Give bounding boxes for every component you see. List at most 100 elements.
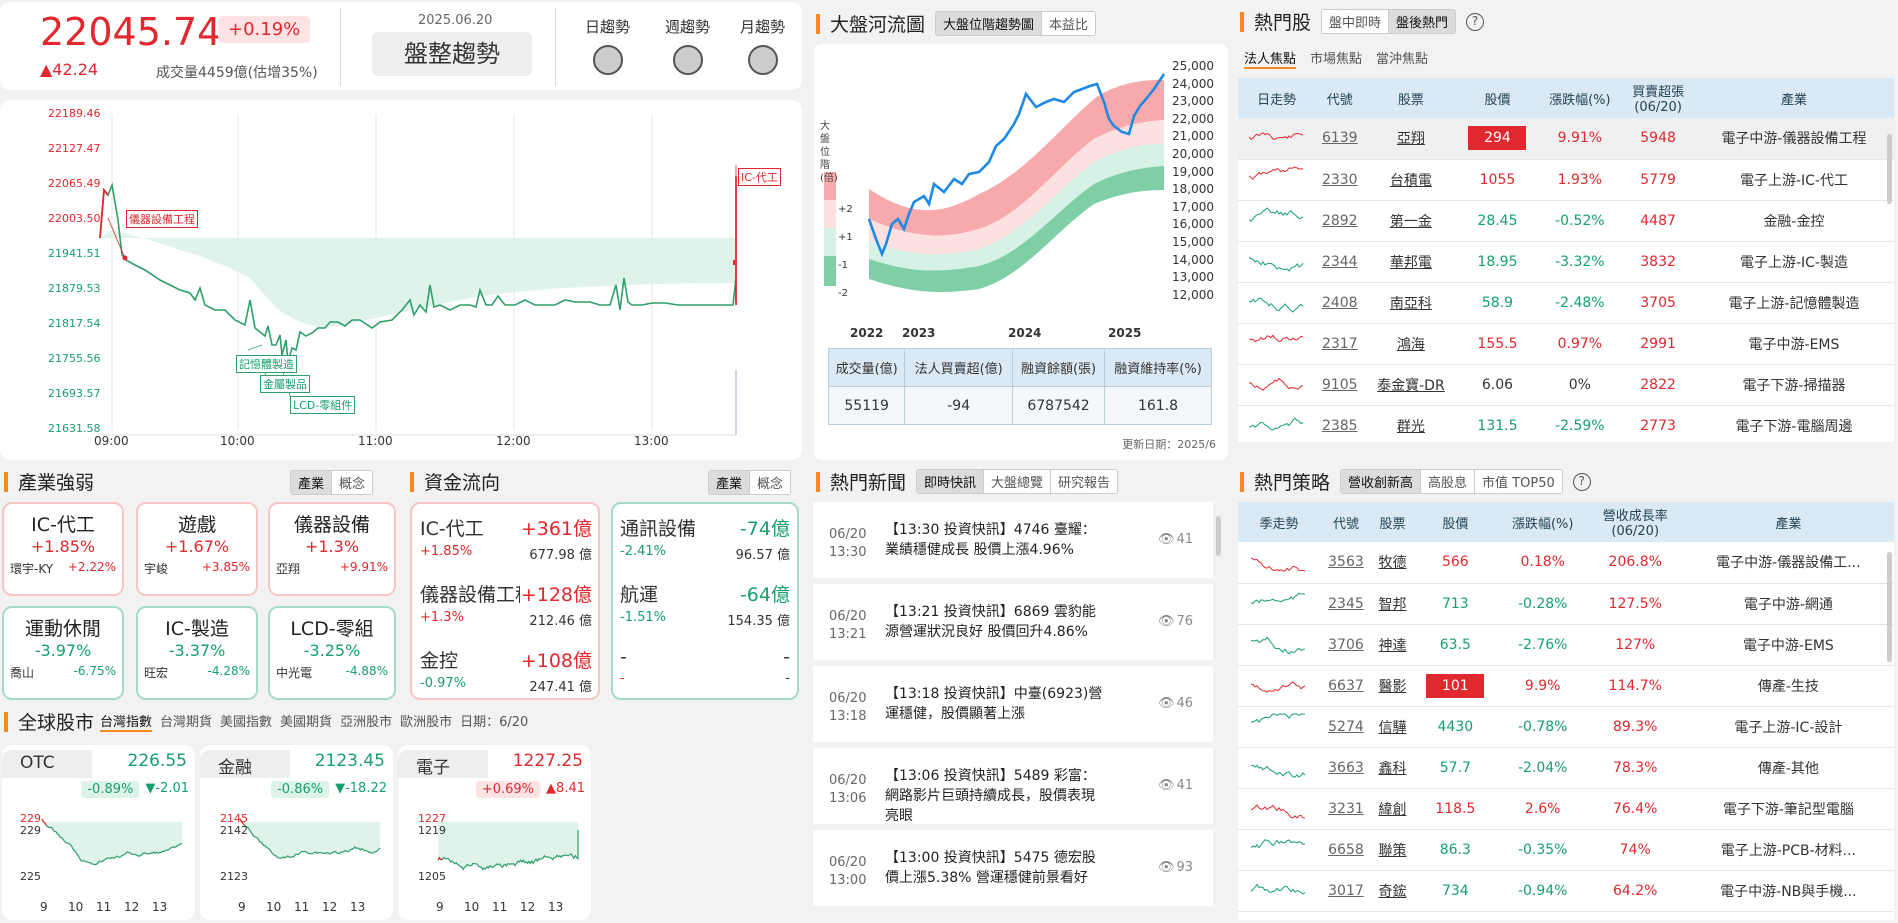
stock-name[interactable]: 華邦電: [1364, 241, 1458, 283]
trend-light-month[interactable]: 月趨勢: [740, 16, 785, 75]
table-row[interactable]: 2317 鴻海 155.5 0.97% 2991 電子中游-EMS: [1238, 323, 1894, 365]
industry-card[interactable]: LCD-零組 -3.25% 中光電 -4.88%: [268, 606, 396, 700]
tab-hot-afterhours[interactable]: 盤後熱門: [1388, 10, 1456, 33]
stock-code[interactable]: 2317: [1315, 323, 1365, 365]
flow-item[interactable]: 航運 -64億 -1.51% 154.35 億: [620, 580, 790, 629]
stock-name[interactable]: 神達: [1372, 624, 1413, 666]
table-row[interactable]: 2344 華邦電 18.95 -3.32% 3832 電子上游-IC-製造: [1238, 241, 1894, 283]
stock-code[interactable]: 2385: [1315, 405, 1365, 442]
news-headline[interactable]: 【13:00 投資快訊】5475 德宏股價上漲5.38% 營運穩健前景看好: [885, 848, 1105, 888]
stock-code[interactable]: 3017: [1319, 870, 1372, 912]
industry-card[interactable]: 遊戲 +1.67% 宇峻 +3.85%: [136, 502, 258, 596]
flow-item[interactable]: 儀器設備工程+128億 +1.3% 212.46 億: [420, 580, 592, 629]
scrollbar[interactable]: [1216, 516, 1221, 556]
subtab-daytrade[interactable]: 當沖焦點: [1376, 48, 1428, 69]
stock-name[interactable]: 泰金寶-DR: [1364, 364, 1458, 406]
help-icon[interactable]: ?: [1572, 472, 1591, 491]
subtab-institutional[interactable]: 法人焦點: [1244, 48, 1297, 69]
stock-name[interactable]: 鴻海: [1364, 323, 1458, 365]
stock-name[interactable]: 群光: [1364, 405, 1458, 442]
stock-code[interactable]: 6637: [1319, 665, 1372, 707]
table-row[interactable]: 2892 第一金 28.45 -0.52% 4487 金融-金控: [1238, 200, 1894, 242]
tab-news-flash[interactable]: 即時快訊: [917, 470, 984, 493]
industry-card[interactable]: 運動休閒 -3.97% 喬山 -6.75%: [2, 606, 124, 700]
stock-name[interactable]: 台積電: [1364, 159, 1458, 201]
flow-item[interactable]: ----: [620, 646, 790, 686]
stock-code[interactable]: 6658: [1319, 829, 1372, 871]
table-row[interactable]: 6658 聯策 86.3 -0.35% 74% 電子上游-PCB-材料...: [1238, 829, 1894, 871]
table-row[interactable]: 9105 泰金寶-DR 6.06 0% 2822 電子下游-掃描器: [1238, 364, 1894, 406]
table-row[interactable]: 3663 鑫科 57.7 -2.04% 78.3% 傳產-其他: [1238, 747, 1894, 789]
stock-code[interactable]: 6139: [1315, 118, 1365, 160]
stock-code[interactable]: 2408: [1315, 282, 1365, 324]
flow-item[interactable]: IC-代工 +361億 +1.85% 677.98 億: [420, 514, 592, 563]
news-item[interactable]: 06/20 13:06 【13:06 投資快訊】5489 彩富：網路影片巨頭持續成長…: [813, 748, 1213, 828]
table-row[interactable]: 3706 神達 63.5 -2.76% 127% 電子中游-EMS: [1238, 624, 1894, 666]
news-headline[interactable]: 【13:21 投資快訊】6869 雲豹能源營運狀況良好 股價回升4.86%: [885, 602, 1105, 642]
tab-news-research[interactable]: 研究報告: [1050, 470, 1118, 493]
table-row[interactable]: 3017 奇鋐 734 -0.94% 64.2% 電子中游-NB與手機...: [1238, 870, 1894, 912]
tab-concept[interactable]: 概念: [749, 471, 791, 494]
tab-us-futures[interactable]: 美國期貨: [280, 711, 332, 732]
news-item[interactable]: 06/20 13:30 【13:30 投資快訊】4746 臺耀：業績穩健成長 股價上…: [813, 502, 1213, 582]
global-index-card[interactable]: OTC 226.55 -0.89% ▼-2.01 229 229 225 9 10 11 12 13: [2, 745, 195, 920]
stock-name[interactable]: 奇鋐: [1372, 870, 1413, 912]
news-item[interactable]: 06/20 13:18 【13:18 投資快訊】中臺(6923)營運穩健，股價顯著上…: [813, 666, 1213, 746]
stock-code[interactable]: 3663: [1319, 747, 1372, 789]
stock-name[interactable]: 牧德: [1372, 542, 1413, 584]
global-index-card[interactable]: 電子 1227.25 +0.69% ▲8.41 1227 1219 1205 9 10 11 12 1…: [398, 745, 591, 920]
stock-name[interactable]: 亞翔: [1364, 118, 1458, 160]
hot-table-wrap[interactable]: 日走勢 代號 股票 股價 漲跌幅(%) 買賣超張 (06/20) 產業 6139 亞翔 294 9…: [1238, 78, 1894, 442]
flow-item[interactable]: 通訊設備 -74億 -2.41% 96.57 億: [620, 514, 790, 563]
stock-name[interactable]: 聯策: [1372, 829, 1413, 871]
strategy-table-wrap[interactable]: 季走勢 代號 股票 股價 漲跌幅(%) 營收成長率 (06/20) 產業 3563 牧德 566…: [1238, 502, 1894, 920]
industry-card[interactable]: IC-代工 +1.85% 環宇-KY +2.22%: [2, 502, 124, 596]
tab-asia[interactable]: 亞洲股市: [340, 711, 392, 732]
stock-name[interactable]: 第一金: [1364, 200, 1458, 242]
tab-river-level[interactable]: 大盤位階趨勢圖: [936, 12, 1042, 35]
news-item[interactable]: 06/20 13:21 【13:21 投資快訊】6869 雲豹能源營運狀況良好 股價…: [813, 584, 1213, 664]
tab-tw-futures[interactable]: 台灣期貨: [160, 711, 212, 732]
stock-name[interactable]: 醫影: [1372, 665, 1413, 707]
tab-news-market[interactable]: 大盤總覽: [983, 470, 1051, 493]
trend-light-day[interactable]: 日趨勢: [585, 16, 630, 75]
news-headline[interactable]: 【13:30 投資快訊】4746 臺耀：業績穩健成長 股價上漲4.96%: [885, 520, 1105, 560]
tab-industry[interactable]: 產業: [709, 471, 750, 494]
tab-top50[interactable]: 市值 TOP50: [1474, 470, 1562, 493]
global-index-card[interactable]: 金融 2123.45 -0.86% ▼-18.22 2145 2142 2123 9 10 11 1…: [200, 745, 393, 920]
table-row[interactable]: 6637 醫影 101 9.9% 114.7% 傳產-生技: [1238, 665, 1894, 707]
table-row[interactable]: 2330 台積電 1055 1.93% 5779 電子上游-IC-代工: [1238, 159, 1894, 201]
stock-code[interactable]: 2330: [1315, 159, 1365, 201]
subtab-market[interactable]: 市場焦點: [1310, 48, 1362, 69]
industry-card[interactable]: IC-製造 -3.37% 旺宏 -4.28%: [136, 606, 258, 700]
stock-code[interactable]: 9105: [1315, 364, 1365, 406]
table-row[interactable]: 6139 亞翔 294 9.91% 5948 電子中游-儀器設備工程: [1238, 118, 1894, 160]
stock-code[interactable]: 2345: [1319, 583, 1372, 625]
stock-code[interactable]: 5274: [1319, 706, 1372, 748]
tab-river-pe[interactable]: 本益比: [1041, 12, 1096, 35]
tab-high-dividend[interactable]: 高股息: [1420, 470, 1475, 493]
stock-name[interactable]: 南亞科: [1364, 282, 1458, 324]
intraday-chart-card[interactable]: 儀器設備工程 記憶體製造 金屬製品 LCD-零組件 IC-代工 22189.46…: [0, 100, 802, 460]
tab-europe[interactable]: 歐洲股市: [400, 711, 452, 732]
scrollbar[interactable]: [1887, 552, 1892, 662]
stock-code[interactable]: 2892: [1315, 200, 1365, 242]
help-icon[interactable]: ?: [1466, 12, 1485, 31]
tab-us-index[interactable]: 美國指數: [220, 711, 272, 732]
stock-name[interactable]: 智邦: [1372, 583, 1413, 625]
tab-tw-index[interactable]: 台灣指數: [100, 711, 153, 732]
stock-code[interactable]: 3706: [1319, 624, 1372, 666]
table-row[interactable]: 5274 信驊 4430 -0.78% 89.3% 電子上游-IC-設計: [1238, 706, 1894, 748]
tab-industry[interactable]: 產業: [291, 471, 332, 494]
stock-name[interactable]: 信驊: [1372, 706, 1413, 748]
stock-code[interactable]: 3231: [1319, 788, 1372, 830]
trend-light-week[interactable]: 週趨勢: [665, 16, 710, 75]
tab-revenue-high[interactable]: 營收創新高: [1341, 470, 1421, 493]
tab-hot-realtime[interactable]: 盤中即時: [1322, 10, 1389, 33]
table-row[interactable]: 3231 緯創 118.5 2.6% 76.4% 電子下游-筆記型電腦: [1238, 788, 1894, 830]
flow-item[interactable]: 金控 +108億 -0.97% 247.41 億: [420, 646, 592, 695]
stock-code[interactable]: 2344: [1315, 241, 1365, 283]
table-row[interactable]: 3563 牧德 566 0.18% 206.8% 電子中游-儀器設備工...: [1238, 542, 1894, 584]
news-item[interactable]: 06/20 13:00 【13:00 投資快訊】5475 德宏股價上漲5.38% 營…: [813, 830, 1213, 910]
stock-name[interactable]: 鑫科: [1372, 747, 1413, 789]
